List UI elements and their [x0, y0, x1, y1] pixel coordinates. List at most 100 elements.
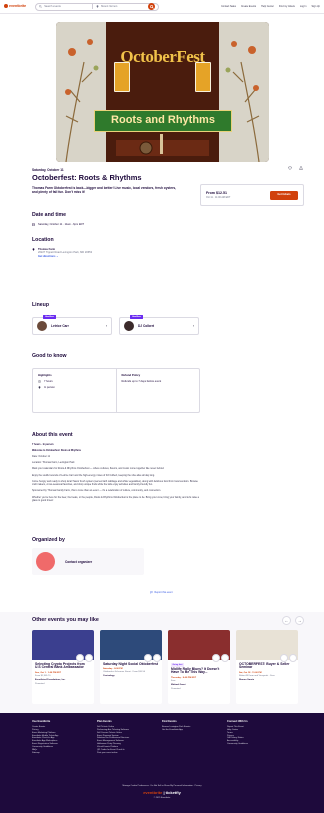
like-heart-icon[interactable] [76, 654, 84, 662]
refund-column: Refund Policy Refunds up to 7 days befor… [115, 369, 200, 412]
share-icon[interactable] [221, 654, 229, 662]
about-section: About this event 7 hours · In person Wel… [32, 432, 200, 505]
refund-text: Refunds up to 7 days before event [121, 380, 162, 384]
event-card-title: Midlife Rally Blues? It Doesn't Have To … [171, 666, 220, 675]
nav-help-center[interactable]: Help Center [261, 5, 274, 8]
search-bar[interactable]: Search events Mount Vernon [35, 2, 160, 11]
like-heart-icon[interactable] [212, 654, 220, 662]
event-card-organizer: Centrology [103, 675, 115, 678]
ticket-date: Oct 11 · 11:00 AM EDT [206, 196, 231, 200]
highlights-column: Highlights 7 hours In person [33, 369, 116, 412]
get-directions-link[interactable]: Get directions ⌄ [38, 255, 92, 258]
hero-decoration [65, 39, 260, 162]
location-section: Location Thomas Farm 26227 Tippett Road … [32, 237, 192, 258]
hero-title: OctoberFest [120, 47, 205, 66]
header-nav: Contact Sales Create Events Help Center … [221, 5, 320, 8]
carousel-next-arrow-icon[interactable]: → [295, 616, 304, 625]
performer-card[interactable]: Headliner DJ Colbert › [119, 315, 199, 335]
share-icon[interactable] [299, 166, 303, 170]
footer-link[interactable]: Get the Eventbrite App [162, 729, 227, 732]
footer-column-heading: Connect With Us [227, 720, 248, 723]
event-hero-image: OctoberFest Roots and Rhythms [56, 22, 269, 162]
event-card-title: Saturday Night Social Oktoberfest [103, 661, 159, 666]
performer-avatar [37, 321, 47, 331]
get-tickets-button[interactable]: Get tickets [270, 190, 298, 200]
contact-organizer-button[interactable]: Contact organizer [65, 560, 92, 564]
nav-log-in[interactable]: Log In [300, 5, 307, 8]
like-heart-icon[interactable] [144, 654, 152, 662]
event-card-organizer: Sharon Garcia [239, 679, 254, 682]
top-header: eventbrite Search events Mount Vernon Co… [0, 0, 324, 14]
event-card[interactable]: Going fast Midlife Rally Blues? It Doesn… [168, 630, 230, 704]
chevron-down-icon: ⌄ [56, 254, 59, 258]
about-paragraph: Mark your calendars for Roots & Rhythms … [32, 467, 165, 471]
footer-copyright: © 2025 Eventbrite [153, 797, 171, 799]
event-card-organizer: Michael Grant [171, 684, 186, 687]
nav-sign-up[interactable]: Sign Up [311, 5, 320, 8]
about-paragraph: Whether you're here for the beer, the be… [32, 495, 199, 502]
refund-heading: Refund Policy [121, 373, 141, 377]
highlights-heading: Highlights [38, 373, 52, 377]
good-to-know-heading: Good to know [32, 353, 67, 359]
venue-address: 26227 Tippett Road Lexington Park, MD 20… [38, 250, 93, 254]
search-button-icon [149, 4, 154, 9]
good-to-know-panel: Highlights 7 hours In person Refund Poli… [32, 368, 200, 413]
event-card[interactable]: Selecting Crypto Projects from U.S Centr… [32, 630, 94, 704]
lineup-heading: Lineup [32, 302, 50, 308]
like-heart-icon[interactable] [288, 166, 292, 170]
nav-find-tickets[interactable]: Find my tickets [279, 5, 295, 8]
about-heading: About this event [32, 432, 73, 438]
other-events-heading: Other events you may like [32, 617, 99, 623]
other-events-section: Other events you may like ← → Selecting … [0, 612, 324, 713]
nav-contact-sales[interactable]: Contact Sales [221, 5, 236, 8]
event-title: Octoberfest: Roots & Rhythms [32, 173, 142, 182]
event-card-price: Robert M Farm and Vineyards · Free [239, 675, 275, 678]
nav-create-events[interactable]: Create Events [241, 5, 256, 8]
share-icon[interactable] [85, 654, 93, 662]
eventbrite-logo[interactable]: eventbrite [4, 4, 26, 9]
about-paragraph: Come hungry and ready to shop local! Sav… [32, 479, 198, 487]
search-input[interactable]: Search events [44, 5, 61, 8]
logo-icon [4, 4, 8, 9]
location-heading: Location [32, 237, 54, 243]
footer-brand-ticketfly: ticketfly [165, 790, 181, 795]
footer-column-heading: Use Eventbrite [32, 720, 51, 723]
event-date: Saturday, October 11 [32, 168, 64, 172]
event-card-price: Oktoberfest Schooner Street · From $10.5… [103, 671, 146, 674]
footer-link[interactable]: Sitemap [32, 752, 97, 755]
organizer-heading: Organized by [32, 537, 65, 543]
event-card-date: Thursday · 8:00 PM EDT [171, 676, 197, 679]
performer-card[interactable]: Headliner Letrice Carr › [32, 315, 112, 335]
date-time-section: Date and time Saturday, October 11 · 11a… [32, 212, 192, 226]
highlight-duration: 7 hours [44, 380, 53, 384]
event-card-organizer: Eventlisted Foundations, Inc. [35, 679, 66, 682]
footer-columns: Use Eventbrite Create Events Pricing Event … [32, 720, 292, 754]
share-icon[interactable] [289, 654, 297, 662]
carousel-prev-arrow-icon[interactable]: ← [282, 616, 291, 625]
highlight-format: In person [44, 385, 55, 389]
ticket-price: From $12.51 [206, 190, 227, 195]
report-event-link[interactable]: Report this event [150, 591, 173, 594]
footer-legal-links[interactable]: Manage Cookie Preferences · Do Not Sell … [0, 785, 324, 788]
footer-link[interactable]: Community Guidelines [227, 743, 292, 746]
location-input[interactable]: Mount Vernon [101, 5, 117, 8]
like-heart-icon[interactable] [280, 654, 288, 662]
search-button[interactable] [148, 3, 156, 10]
performer-name: Letrice Carr [51, 324, 69, 328]
location-pin-icon [96, 5, 99, 8]
event-card-price: Free [171, 680, 176, 683]
date-time-heading: Date and time [32, 212, 67, 218]
calendar-icon [32, 222, 35, 226]
about-paragraph: Date: October 11 [32, 454, 51, 458]
footer-column-heading: Plan Events [97, 720, 112, 723]
performer-name: DJ Colbert [138, 324, 155, 328]
event-card-price: From $1,905.70 [35, 675, 51, 678]
footer-link[interactable]: Post your event online [97, 752, 162, 755]
get-directions-label: Get directions [38, 254, 56, 258]
event-card[interactable]: Saturday Night Social Oktoberfest Saturd… [100, 630, 162, 704]
event-card[interactable]: OCTOBERFEST: Buyer & Seller Seminar Sat,… [236, 630, 298, 704]
going-fast-badge: Going fast [171, 663, 184, 667]
about-paragraph: Sponsored by Thomas Family Farm, this is… [32, 489, 161, 493]
about-duration: 7 hours · In person [32, 442, 54, 446]
share-icon[interactable] [153, 654, 161, 662]
